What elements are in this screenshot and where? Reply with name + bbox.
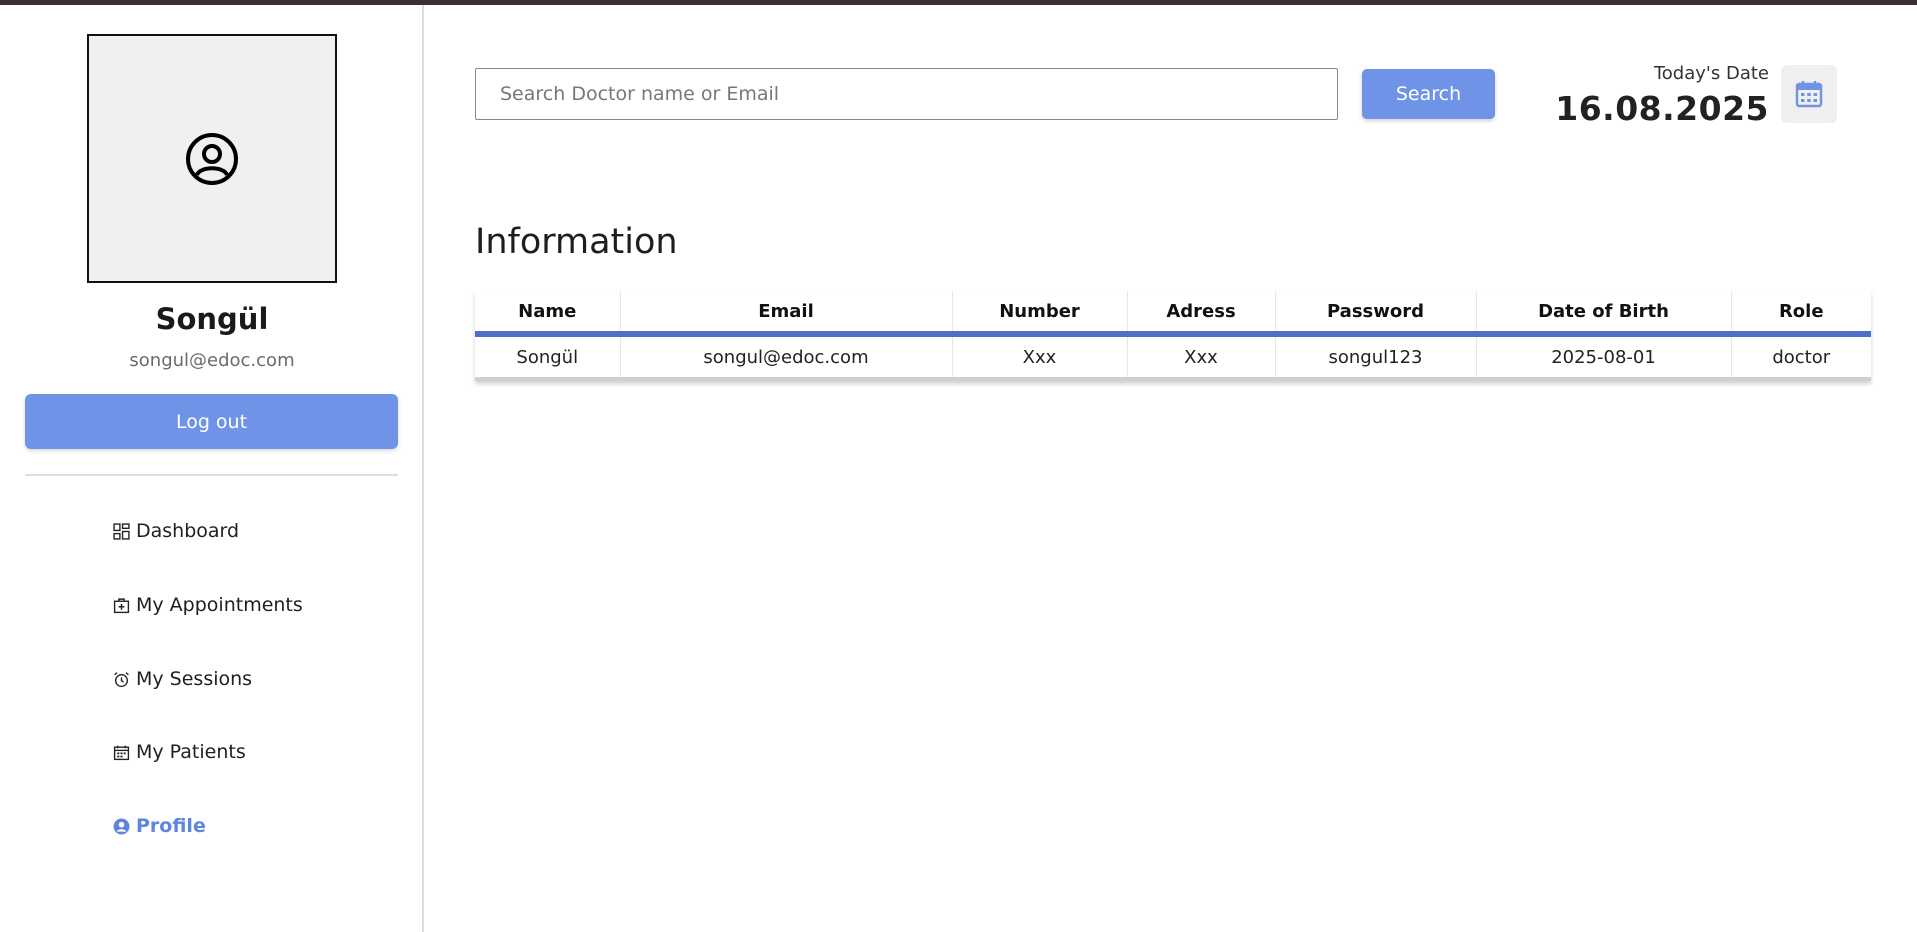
sidebar-item-profile[interactable]: Profile bbox=[112, 811, 206, 841]
todays-date-value: 16.08.2025 bbox=[1555, 89, 1769, 128]
section-title: Information bbox=[475, 222, 678, 262]
column-header-address: Adress bbox=[1127, 291, 1276, 337]
search-button[interactable]: Search bbox=[1362, 69, 1495, 119]
medical-bag-icon bbox=[112, 596, 130, 614]
search-input[interactable] bbox=[475, 68, 1338, 120]
sidebar: Songül songul@edoc.com Log out Dashboard… bbox=[0, 5, 424, 932]
column-header-date-of-birth: Date of Birth bbox=[1476, 291, 1732, 337]
calendar-icon bbox=[1795, 81, 1823, 108]
calendar-icon bbox=[112, 743, 130, 761]
column-header-name: Name bbox=[475, 291, 621, 337]
user-circle-icon bbox=[186, 132, 238, 185]
sidebar-item-appointments[interactable]: My Appointments bbox=[112, 590, 303, 620]
profile-name: Songül bbox=[155, 302, 269, 336]
sidebar-item-label: My Sessions bbox=[136, 668, 253, 690]
profile-email: songul@edoc.com bbox=[129, 350, 295, 371]
sidebar-item-patients[interactable]: My Patients bbox=[112, 737, 246, 767]
cell-role: doctor bbox=[1731, 334, 1871, 381]
todays-date-label: Today's Date bbox=[1653, 63, 1769, 84]
calendar-button[interactable] bbox=[1781, 65, 1837, 123]
cell-number: Xxx bbox=[952, 334, 1128, 381]
user-circle-icon bbox=[112, 817, 130, 835]
cell-date-of-birth: 2025-08-01 bbox=[1476, 334, 1732, 381]
cell-address: Xxx bbox=[1127, 334, 1276, 381]
sidebar-item-sessions[interactable]: My Sessions bbox=[112, 664, 252, 694]
column-header-password: Password bbox=[1275, 291, 1477, 337]
information-table: Name Email Number Adress Password Date o… bbox=[475, 291, 1871, 381]
logout-button[interactable]: Log out bbox=[25, 394, 398, 449]
dashboard-grid-icon bbox=[112, 522, 130, 540]
column-header-email: Email bbox=[620, 291, 953, 337]
table-row: Songül songul@edoc.com Xxx Xxx songul123… bbox=[475, 334, 1871, 381]
avatar bbox=[87, 34, 337, 283]
cell-password: songul123 bbox=[1275, 334, 1477, 381]
cell-email: songul@edoc.com bbox=[620, 334, 953, 381]
column-header-number: Number bbox=[952, 291, 1128, 337]
alarm-clock-icon bbox=[112, 670, 130, 688]
table-header-row: Name Email Number Adress Password Date o… bbox=[475, 291, 1871, 337]
cell-name: Songül bbox=[475, 334, 621, 381]
sidebar-item-label: Profile bbox=[136, 815, 206, 837]
sidebar-divider bbox=[25, 474, 398, 476]
column-header-role: Role bbox=[1731, 291, 1871, 337]
sidebar-item-label: My Patients bbox=[136, 741, 246, 763]
sidebar-item-label: Dashboard bbox=[136, 520, 240, 542]
sidebar-item-label: My Appointments bbox=[136, 594, 303, 616]
sidebar-item-dashboard[interactable]: Dashboard bbox=[112, 516, 239, 546]
